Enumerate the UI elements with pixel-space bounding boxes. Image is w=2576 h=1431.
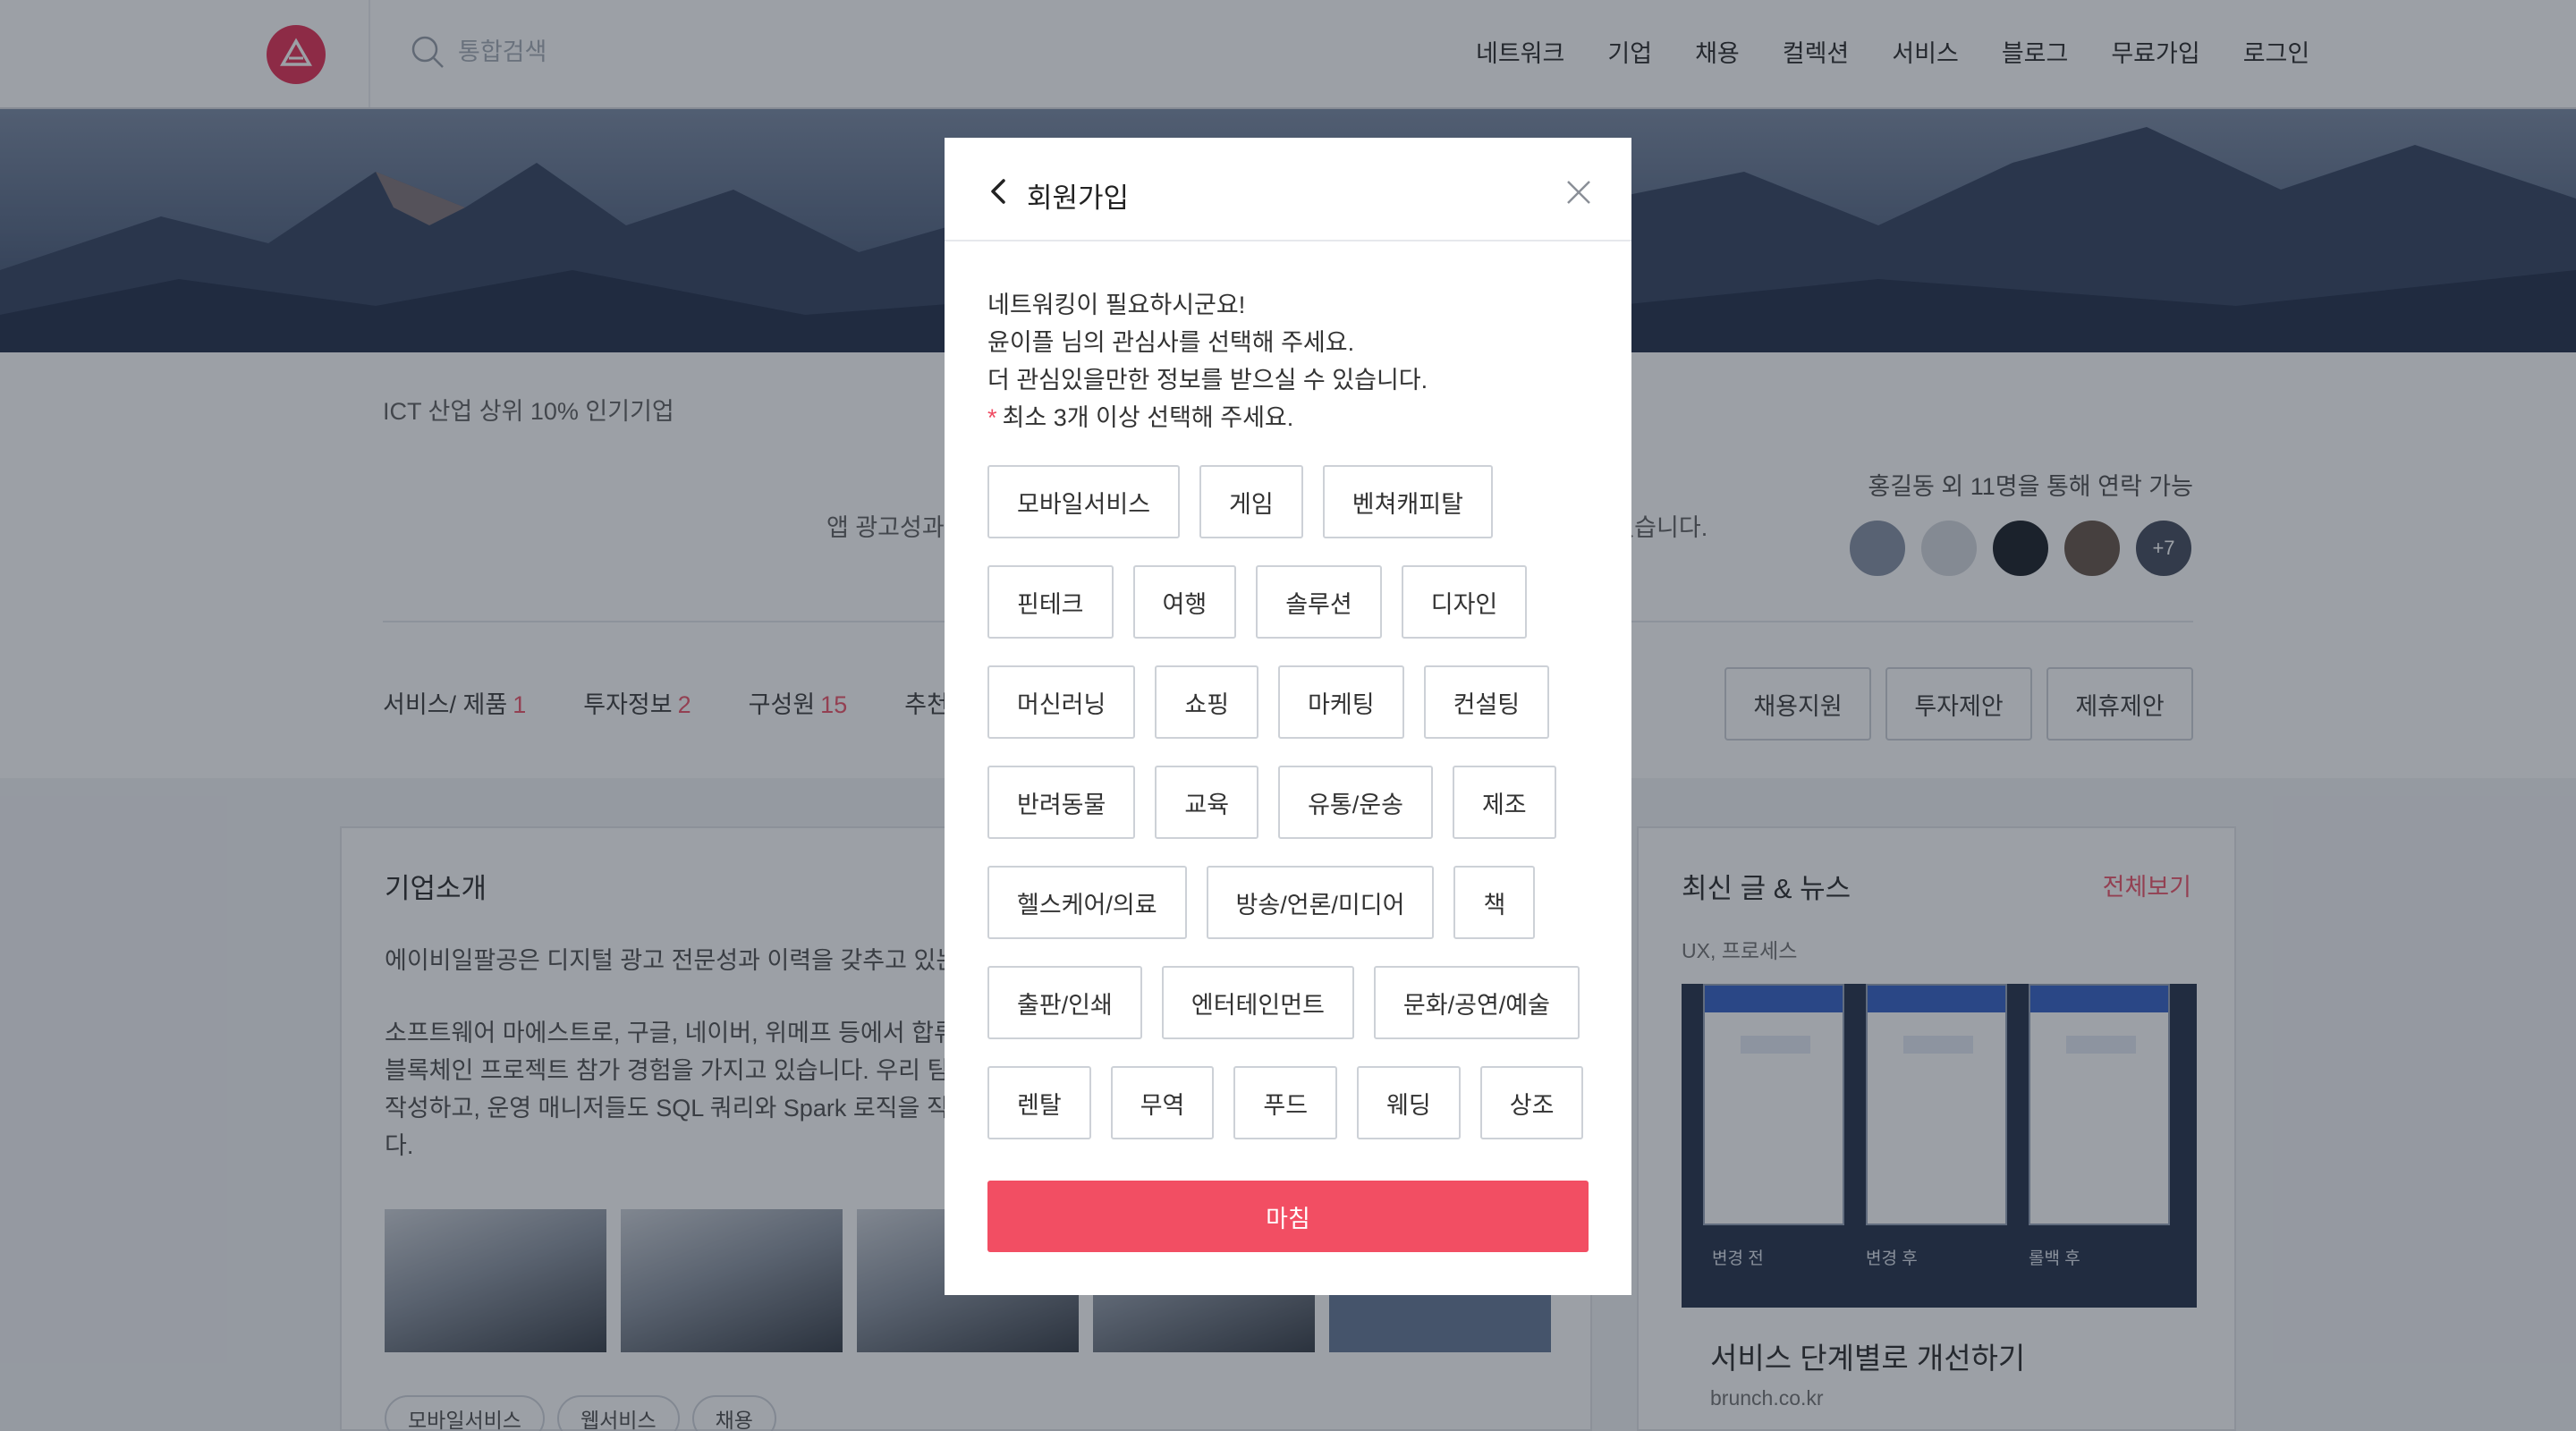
interest-chip[interactable]: 헬스케어/의료 [987, 866, 1187, 939]
interest-chip[interactable]: 여행 [1132, 565, 1237, 639]
signup-modal: 회원가입 네트워킹이 필요하시군요! 윤이플 님의 관심사를 선택해 주세요. … [945, 138, 1631, 1295]
interest-chip[interactable]: 핀테크 [987, 565, 1114, 639]
finish-button[interactable]: 마침 [987, 1181, 1589, 1252]
interest-chip[interactable]: 쇼핑 [1155, 665, 1259, 739]
interest-chip[interactable]: 반려동물 [987, 766, 1136, 839]
interest-chip[interactable]: 출판/인쇄 [987, 966, 1142, 1039]
interest-chip[interactable]: 모바일서비스 [987, 465, 1181, 538]
interest-row: 모바일서비스 게임 벤쳐캐피탈 [987, 465, 1493, 538]
interest-chip[interactable]: 책 [1453, 866, 1536, 939]
intro-line: 네트워킹이 필요하시군요! [987, 292, 1246, 318]
required-mark: * [987, 404, 997, 431]
interest-chip[interactable]: 상조 [1479, 1066, 1584, 1139]
interest-chip[interactable]: 게임 [1199, 465, 1303, 538]
interest-row: 반려동물 교육 유통/운송 제조 [987, 766, 1556, 839]
intro-line: 더 관심있을만한 정보를 받으실 수 있습니다. [987, 367, 1428, 394]
interest-chip[interactable]: 솔루션 [1256, 565, 1382, 639]
interest-row: 헬스케어/의료 방송/언론/미디어 책 [987, 866, 1536, 939]
chevron-left-icon[interactable] [986, 177, 1011, 206]
interest-chip[interactable]: 렌탈 [987, 1066, 1091, 1139]
interest-chip[interactable]: 웨딩 [1357, 1066, 1461, 1139]
interest-chip[interactable]: 푸드 [1233, 1066, 1338, 1139]
interest-chip[interactable]: 디자인 [1401, 565, 1528, 639]
interest-chip[interactable]: 컨설팅 [1423, 665, 1550, 739]
interest-chip[interactable]: 교육 [1155, 766, 1259, 839]
min-selection-note: * 최소 3개 이상 선택해 주세요. [987, 404, 1294, 431]
interest-chip[interactable]: 마케팅 [1278, 665, 1404, 739]
interest-chip[interactable]: 방송/언론/미디어 [1206, 866, 1435, 939]
interest-chip[interactable]: 제조 [1452, 766, 1556, 839]
interest-chip[interactable]: 무역 [1110, 1066, 1215, 1139]
interest-row: 핀테크 여행 솔루션 디자인 [987, 565, 1528, 639]
intro-line: 윤이플 님의 관심사를 선택해 주세요. [987, 329, 1355, 356]
close-icon[interactable] [1565, 179, 1592, 206]
interest-row: 렌탈 무역 푸드 웨딩 상조 [987, 1066, 1584, 1139]
interest-chip[interactable]: 유통/운송 [1278, 766, 1433, 839]
interest-chip[interactable]: 머신러닝 [987, 665, 1136, 739]
modal-title: 회원가입 [1027, 182, 1130, 214]
interest-row: 머신러닝 쇼핑 마케팅 컨설팅 [987, 665, 1550, 739]
interest-chip[interactable]: 벤쳐캐피탈 [1322, 465, 1493, 538]
modal-header: 회원가입 [945, 138, 1631, 241]
signup-intro: 네트워킹이 필요하시군요! 윤이플 님의 관심사를 선택해 주세요. 더 관심있… [987, 286, 1428, 436]
interest-row: 출판/인쇄 엔터테인먼트 문화/공연/예술 [987, 966, 1580, 1039]
interest-chip[interactable]: 문화/공연/예술 [1373, 966, 1580, 1039]
interest-chip[interactable]: 엔터테인먼트 [1161, 966, 1354, 1039]
